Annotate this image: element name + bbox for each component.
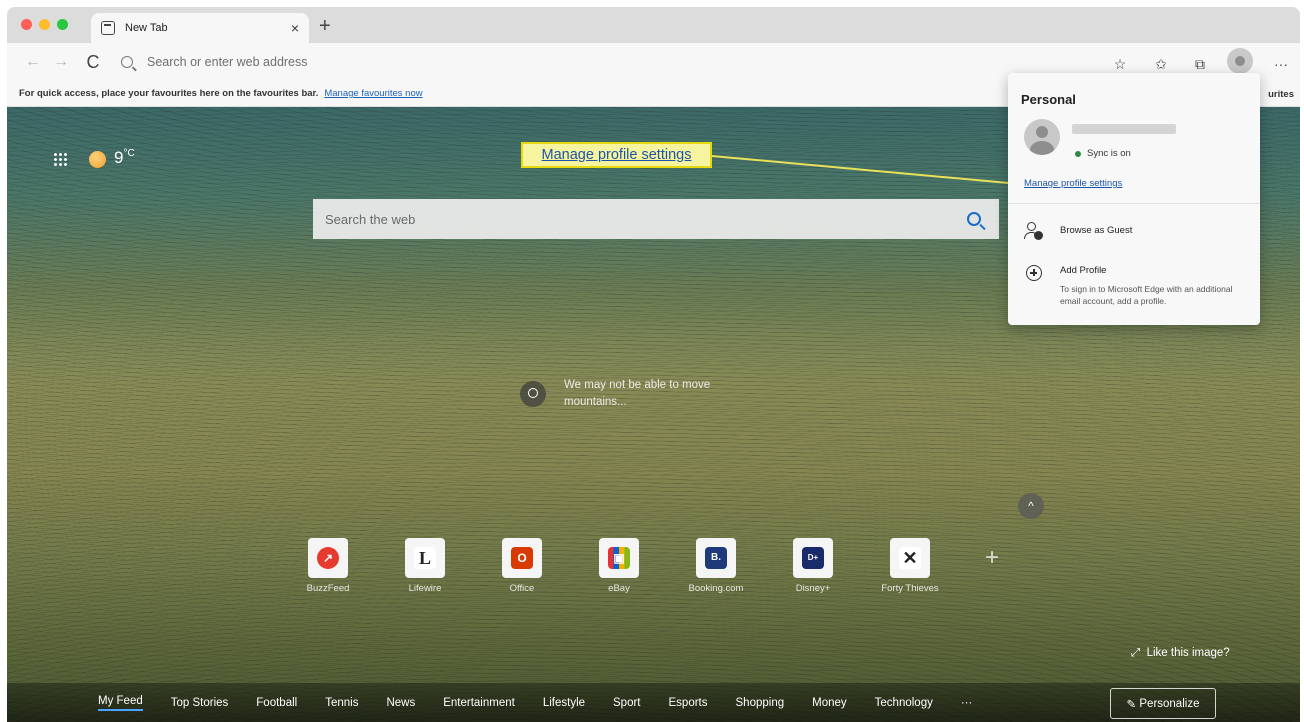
manage-favourites-link[interactable]: Manage favourites now: [324, 88, 422, 99]
personalize-label: Personalize: [1139, 697, 1200, 710]
tile-label: eBay: [608, 583, 630, 594]
favorites-icon[interactable]: ✩: [1151, 54, 1171, 74]
like-image-text: Like this image?: [1146, 647, 1230, 659]
web-search-input[interactable]: [325, 211, 967, 227]
close-window-button[interactable]: [21, 19, 32, 30]
lifewire-icon: L: [405, 538, 445, 578]
favbar-truncated-text: urites: [1268, 89, 1294, 100]
profile-panel-title: Personal: [1021, 92, 1076, 107]
profile-button[interactable]: [1227, 48, 1253, 74]
quick-link-office[interactable]: O Office: [482, 538, 562, 594]
more-menu-button[interactable]: ···: [1271, 54, 1291, 74]
favbar-text: For quick access, place your favourites …: [19, 88, 319, 99]
feed-tab-my-feed[interactable]: My Feed: [98, 695, 143, 711]
image-caption[interactable]: We may not be able to move mountains...: [564, 377, 754, 411]
weather-sun-icon: [89, 151, 106, 168]
feed-tab-news[interactable]: News: [386, 697, 415, 709]
quick-link-ebay[interactable]: ▣ eBay: [579, 538, 659, 594]
manage-profile-settings-link[interactable]: Manage profile settings: [1024, 178, 1122, 189]
news-feed-bar: My Feed Top Stories Football Tennis News…: [7, 683, 1300, 722]
quick-link-disney[interactable]: D+ Disney+: [773, 538, 853, 594]
collapse-chevron-up-icon[interactable]: ^: [1018, 493, 1044, 519]
profile-panel: Personal Sync is on Manage profile setti…: [1008, 73, 1260, 325]
read-aloud-icon[interactable]: ☆: [1110, 54, 1130, 74]
web-search-box[interactable]: [313, 199, 999, 239]
feed-tab-tennis[interactable]: Tennis: [325, 697, 358, 709]
tab-new-tab[interactable]: New Tab ×: [91, 13, 309, 43]
add-profile-description: To sign in to Microsoft Edge with an add…: [1060, 284, 1233, 306]
tile-label: Lifewire: [408, 583, 442, 594]
tile-label: Office: [509, 583, 535, 594]
tile-label: Disney+: [795, 583, 831, 594]
add-profile-button[interactable]: Add Profile To sign in to Microsoft Edge…: [1024, 265, 1246, 307]
add-circle-icon: [1024, 265, 1044, 285]
weather-unit: °C: [123, 148, 135, 159]
forward-button[interactable]: →: [47, 53, 75, 71]
quick-link-forty-thieves[interactable]: ✕ Forty Thieves: [870, 538, 950, 594]
tile-label: Forty Thieves: [881, 583, 939, 594]
profile-name-redacted: [1072, 124, 1176, 134]
tile-label: BuzzFeed: [306, 583, 350, 594]
quick-link-lifewire[interactable]: L Lifewire: [385, 538, 465, 594]
image-info-icon[interactable]: [520, 381, 546, 407]
sync-status: Sync is on: [1087, 148, 1131, 159]
quick-links: ↗ BuzzFeed L Lifewire O Office ▣ eBay B.…: [288, 538, 1008, 598]
page-icon: [101, 21, 115, 35]
personalize-button[interactable]: ✎ Personalize: [1110, 688, 1216, 719]
search-icon: [121, 56, 133, 68]
feed-tab-shopping[interactable]: Shopping: [736, 697, 785, 709]
reload-button[interactable]: C: [79, 52, 107, 73]
office-icon: O: [502, 538, 542, 578]
booking-icon: B.: [696, 538, 736, 578]
feed-tab-money[interactable]: Money: [812, 697, 847, 709]
back-button[interactable]: ←: [19, 53, 47, 71]
tab-strip: New Tab × +: [7, 7, 1300, 43]
search-icon[interactable]: [967, 212, 981, 226]
quick-link-booking[interactable]: B. Booking.com: [676, 538, 756, 594]
address-placeholder: Search or enter web address: [147, 55, 308, 69]
tab-title: New Tab: [125, 22, 168, 34]
like-image-link[interactable]: ⤢ Like this image?: [1131, 647, 1230, 660]
address-bar[interactable]: Search or enter web address: [121, 48, 1041, 76]
maximize-window-button[interactable]: [57, 19, 68, 30]
avatar: [1024, 119, 1060, 155]
tile-label: Booking.com: [688, 583, 744, 594]
add-quick-link-button[interactable]: +: [985, 544, 999, 572]
add-profile-label: Add Profile: [1060, 265, 1107, 276]
feed-tab-football[interactable]: Football: [256, 697, 297, 709]
feed-tab-top-stories[interactable]: Top Stories: [171, 697, 229, 709]
browse-as-guest-label: Browse as Guest: [1060, 225, 1133, 236]
minimize-window-button[interactable]: [39, 19, 50, 30]
feed-tab-entertainment[interactable]: Entertainment: [443, 697, 515, 709]
sync-status-icon: [1075, 151, 1081, 157]
divider: [1008, 203, 1260, 204]
browser-window: New Tab × + ← → C Search or enter web ad…: [7, 7, 1300, 722]
disney-plus-icon: D+: [793, 538, 833, 578]
manage-profile-callout: Manage profile settings: [521, 142, 712, 168]
avatar-icon: [1235, 56, 1245, 66]
guest-icon: [1024, 222, 1044, 242]
quick-link-buzzfeed[interactable]: ↗ BuzzFeed: [288, 538, 368, 594]
shopping-bag-icon: ▣: [599, 538, 639, 578]
buzzfeed-icon: ↗: [308, 538, 348, 578]
new-tab-button[interactable]: +: [319, 15, 331, 38]
crossed-swords-icon: ✕: [890, 538, 930, 578]
feed-tab-technology[interactable]: Technology: [875, 697, 933, 709]
feed-more-button[interactable]: ···: [961, 697, 973, 709]
feed-tab-sport[interactable]: Sport: [613, 697, 641, 709]
feed-tab-lifestyle[interactable]: Lifestyle: [543, 697, 585, 709]
weather-temperature[interactable]: 9°C: [114, 148, 135, 168]
app-launcher-icon[interactable]: [53, 152, 67, 166]
browse-as-guest-button[interactable]: Browse as Guest: [1024, 222, 1132, 242]
feed-tab-esports[interactable]: Esports: [669, 697, 708, 709]
tab-close-icon[interactable]: ×: [291, 20, 299, 36]
collections-icon[interactable]: ⧉: [1190, 54, 1210, 74]
